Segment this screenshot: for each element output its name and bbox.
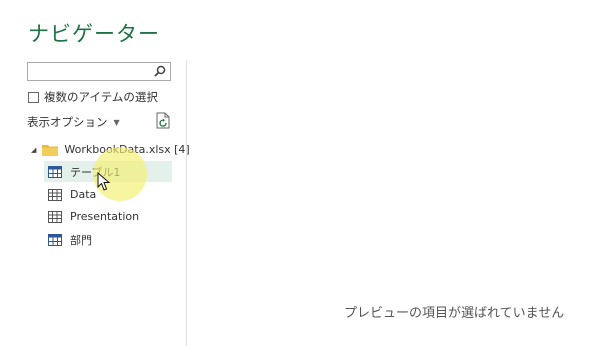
navigator-title: ナビゲーター [28, 22, 160, 46]
panel-divider [186, 60, 187, 346]
sheet-icon [48, 210, 62, 223]
display-options-label: 表示オプション [27, 115, 108, 129]
multi-select-option[interactable]: 複数のアイテムの選択 [28, 89, 158, 105]
tree-item-department[interactable]: 部門 [44, 229, 172, 250]
preview-empty-message: プレビューの項目が選ばれていません [344, 306, 565, 321]
tree-item-label: 部門 [70, 233, 92, 247]
folder-icon [42, 144, 59, 156]
search-icon[interactable] [154, 65, 166, 77]
chevron-down-icon: ▼ [113, 117, 120, 127]
collapse-arrow-icon[interactable]: ◢ [31, 146, 36, 154]
search-input[interactable] [27, 62, 171, 81]
sheet-icon [48, 188, 62, 201]
display-options-dropdown[interactable]: 表示オプション ▼ [27, 114, 120, 130]
tree-item-label: Data [70, 188, 97, 201]
tree-item-label: Presentation [70, 210, 140, 223]
tree-item-presentation[interactable]: Presentation [44, 206, 172, 227]
mouse-pointer-icon [97, 172, 111, 191]
multi-select-checkbox[interactable] [28, 91, 39, 103]
refresh-icon[interactable] [155, 112, 171, 129]
multi-select-label: 複数のアイテムの選択 [44, 90, 158, 104]
table-icon [48, 233, 62, 246]
table-icon [48, 165, 62, 178]
navigator-window: ナビゲーター 複数のアイテムの選択 表示オプション ▼ ◢ WorkbookDa… [0, 0, 615, 346]
